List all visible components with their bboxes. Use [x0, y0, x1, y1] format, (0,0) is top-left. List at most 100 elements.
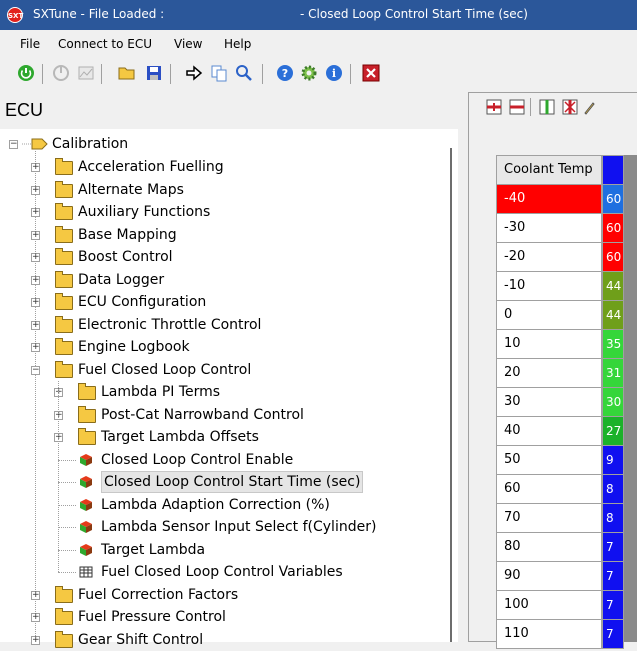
expand-icon[interactable]: + — [31, 208, 40, 217]
coolant-temp-cell[interactable]: 100 — [496, 591, 602, 620]
start-time-value-cell[interactable]: 30 — [602, 388, 624, 417]
tree-root-calibration[interactable]: − Calibration — [0, 133, 300, 155]
close-icon[interactable] — [362, 64, 380, 82]
coolant-temp-cell[interactable]: 80 — [496, 533, 602, 562]
tree-item-ecu-configuration[interactable]: + ECU Configuration — [0, 291, 440, 313]
tree-item-auxiliary-functions[interactable]: + Auxiliary Functions — [0, 201, 440, 223]
arrow-icon[interactable] — [185, 64, 203, 82]
tree-item-fuel-closed-loop-control[interactable]: − Fuel Closed Loop Control — [0, 359, 440, 381]
coolant-temp-cell[interactable]: -10 — [496, 272, 602, 301]
coolant-temp-cell[interactable]: -20 — [496, 243, 602, 272]
expand-icon[interactable]: + — [31, 298, 40, 307]
tree-root-label: Calibration — [52, 136, 129, 152]
help-icon[interactable]: ? — [276, 64, 294, 82]
tree-item-data-logger[interactable]: + Data Logger — [0, 269, 440, 291]
start-time-value-cell[interactable]: 44 — [602, 301, 624, 330]
start-time-value-cell[interactable]: 31 — [602, 359, 624, 388]
insert-row-icon[interactable] — [486, 99, 502, 115]
menu-help[interactable]: Help — [224, 37, 251, 51]
tree-item-gear-shift-control[interactable]: + Gear Shift Control — [0, 629, 440, 651]
tree-item-label: Lambda PI Terms — [101, 384, 221, 400]
tree-item-post-cat-narrowband-control[interactable]: + Post-Cat Narrowband Control — [0, 404, 440, 426]
tree-item-closed-loop-control-enable[interactable]: Closed Loop Control Enable — [0, 449, 440, 471]
tree-item-target-lambda[interactable]: Target Lambda — [0, 539, 440, 561]
coolant-temp-cell[interactable]: 60 — [496, 475, 602, 504]
tree-item-lambda-sensor-input-select-f-cylinder[interactable]: Lambda Sensor Input Select f(Cylinder) — [0, 516, 440, 538]
save-icon[interactable] — [145, 64, 163, 82]
coolant-temp-cell[interactable]: 110 — [496, 620, 602, 649]
copy-icon[interactable] — [210, 64, 228, 82]
settings-icon[interactable] — [300, 64, 318, 82]
info-icon[interactable]: i — [325, 64, 343, 82]
start-time-value-cell[interactable]: 9 — [602, 446, 624, 475]
insert-column-icon[interactable] — [539, 99, 555, 115]
start-time-value-cell[interactable]: 7 — [602, 533, 624, 562]
tree-item-label: ECU Configuration — [78, 294, 207, 310]
expand-icon[interactable]: + — [31, 185, 40, 195]
coolant-temp-cell[interactable]: -30 — [496, 214, 602, 243]
menu-file[interactable]: File — [20, 37, 40, 51]
coolant-temp-cell[interactable]: 10 — [496, 330, 602, 359]
tree-item-lambda-adaption-correction[interactable]: Lambda Adaption Correction (%) — [0, 494, 440, 516]
expand-icon[interactable]: + — [31, 320, 40, 330]
tree-branch-line — [58, 527, 76, 528]
folder-icon — [55, 180, 73, 198]
tree-item-acceleration-fuelling[interactable]: + Acceleration Fuelling — [0, 156, 440, 178]
start-time-value-cell[interactable]: 60 — [602, 214, 624, 243]
tree-item-label: Data Logger — [78, 271, 165, 288]
coolant-temp-cell[interactable]: 40 — [496, 417, 602, 446]
open-folder-icon[interactable] — [118, 64, 136, 82]
disconnect-icon[interactable] — [52, 64, 70, 82]
expand-icon[interactable]: + — [31, 275, 40, 285]
edit-icon[interactable] — [583, 99, 595, 115]
start-time-value-cell[interactable]: 7 — [602, 620, 624, 649]
tree-item-engine-logbook[interactable]: + Engine Logbook — [0, 336, 440, 358]
coolant-temp-cell[interactable]: -40 — [496, 185, 602, 214]
tree-item-label: Fuel Closed Loop Control — [78, 361, 252, 378]
tree-item-closed-loop-control-start-time-sec[interactable]: Closed Loop Control Start Time (sec) — [0, 471, 440, 493]
start-time-value-cell[interactable]: 7 — [602, 562, 624, 591]
expand-icon[interactable]: + — [31, 613, 40, 622]
tree-item-label: Lambda Sensor Input Select f(Cylinder) — [101, 519, 377, 535]
tree-item-boost-control[interactable]: + Boost Control — [0, 246, 440, 268]
tree-item-fuel-pressure-control[interactable]: + Fuel Pressure Control — [0, 606, 440, 628]
expand-icon[interactable]: + — [31, 230, 40, 240]
delete-column-icon[interactable] — [562, 99, 578, 115]
start-time-value-cell[interactable]: 60 — [602, 243, 624, 272]
tree-item-lambda-pi-terms[interactable]: + Lambda PI Terms — [0, 381, 440, 403]
delete-row-icon[interactable] — [509, 99, 525, 115]
tree-item-target-lambda-offsets[interactable]: + Target Lambda Offsets — [0, 426, 440, 448]
panel-splitter[interactable] — [450, 148, 452, 642]
expand-icon[interactable]: + — [31, 163, 40, 172]
start-time-value-cell[interactable]: 44 — [602, 272, 624, 301]
chart-icon[interactable] — [77, 64, 95, 82]
menu-view[interactable]: View — [174, 37, 202, 51]
coolant-temp-cell[interactable]: 70 — [496, 504, 602, 533]
coolant-temp-cell[interactable]: 50 — [496, 446, 602, 475]
menu-connect-to-ecu[interactable]: Connect to ECU — [58, 37, 152, 51]
start-time-value-cell[interactable]: 7 — [602, 591, 624, 620]
start-time-value-cell[interactable]: 8 — [602, 504, 624, 533]
coolant-temp-cell[interactable]: 90 — [496, 562, 602, 591]
tree-item-fuel-correction-factors[interactable]: + Fuel Correction Factors — [0, 584, 440, 606]
expand-icon[interactable]: + — [31, 635, 40, 645]
expand-icon[interactable]: + — [31, 590, 40, 600]
expand-icon[interactable]: + — [31, 343, 40, 352]
start-time-value-cell[interactable]: 35 — [602, 330, 624, 359]
power-icon[interactable] — [17, 64, 35, 82]
start-time-value-cell[interactable]: 60 — [602, 185, 624, 214]
tree-item-electronic-throttle-control[interactable]: + Electronic Throttle Control — [0, 314, 440, 336]
coolant-temp-cell[interactable]: 20 — [496, 359, 602, 388]
start-time-value-cell[interactable]: 27 — [602, 417, 624, 446]
tree-item-alternate-maps[interactable]: + Alternate Maps — [0, 179, 440, 201]
start-time-value-cell[interactable]: 8 — [602, 475, 624, 504]
expand-icon[interactable]: + — [31, 253, 40, 262]
search-icon[interactable] — [235, 64, 253, 82]
collapse-icon[interactable]: − — [9, 140, 18, 149]
coolant-temp-cell[interactable]: 30 — [496, 388, 602, 417]
collapse-icon[interactable]: − — [31, 365, 40, 375]
tree-item-base-mapping[interactable]: + Base Mapping — [0, 224, 440, 246]
coolant-temp-cell[interactable]: 0 — [496, 301, 602, 330]
tree-item-fuel-closed-loop-control-variables[interactable]: Fuel Closed Loop Control Variables — [0, 561, 440, 583]
ecu-tree: − Calibration + Acceleration Fuelling + Alt… — [0, 129, 458, 648]
